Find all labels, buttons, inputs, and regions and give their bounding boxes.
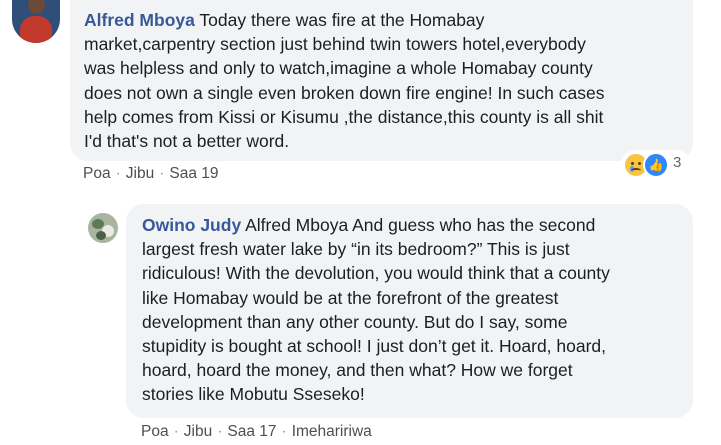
comment-actions: Poa · Jibu · Saa 17 · Imehaririwa — [141, 423, 372, 441]
separator-dot: · — [281, 423, 287, 440]
emoji-mouth — [631, 168, 641, 173]
comment-line: stupidity is bought at school! I just do… — [142, 336, 607, 357]
reply-link[interactable]: Jibu — [126, 165, 154, 182]
comment-line: hoard, hoard the money, and then what? H… — [142, 360, 573, 381]
comment-line: help comes from Kissi or Kisumu ,the dis… — [84, 106, 604, 127]
separator-dot: · — [173, 423, 179, 440]
reactions-count: 3 — [673, 154, 682, 171]
commenter-avatar[interactable] — [12, 0, 60, 43]
separator-dot: · — [115, 165, 121, 182]
avatar-shirt — [20, 16, 52, 43]
comment-line: development than any other county. But d… — [142, 311, 568, 332]
emoji-eye — [631, 162, 634, 165]
avatar-detail — [96, 231, 106, 240]
comment-line: was helpless and only to watch,imagine a… — [84, 58, 593, 79]
like-icon: 👍 — [643, 152, 669, 178]
comment-line: I'd that's not a better word. — [84, 131, 290, 152]
comment-line: largest fresh water lake by “in its bedr… — [142, 239, 570, 260]
commenter-avatar[interactable] — [88, 213, 118, 243]
comment-bubble: Alfred Mboya Today there was fire at the… — [70, 0, 693, 161]
separator-dot: · — [159, 165, 165, 182]
timestamp-link[interactable]: Saa 17 — [227, 423, 276, 440]
comment-author[interactable]: Alfred Mboya — [84, 10, 195, 30]
like-link[interactable]: Poa — [141, 423, 169, 440]
timestamp-link[interactable]: Saa 19 — [169, 165, 218, 182]
comment-line: does not own a single even broken down f… — [84, 82, 605, 103]
comment-line: Alfred Mboya Today there was fire at the… — [84, 8, 679, 32]
separator-dot: · — [217, 423, 223, 440]
comment-line: stories like Mobutu Sseseko! — [142, 384, 365, 405]
comment-line: like Homabay would be at the forefront o… — [142, 287, 559, 308]
reply-link[interactable]: Jibu — [184, 423, 212, 440]
comment-text: Alfred Mboya And guess who has the secon… — [245, 215, 596, 235]
avatar-head — [28, 0, 45, 14]
comment-text: Today there was fire at the Homabay — [199, 10, 485, 30]
edited-link[interactable]: Imehaririwa — [292, 423, 372, 440]
comment-author[interactable]: Owino Judy — [142, 215, 241, 235]
like-link[interactable]: Poa — [83, 165, 111, 182]
comment-line: market,carpentry section just behind twi… — [84, 34, 586, 55]
comment-line: ridiculous! With the devolution, you wou… — [142, 263, 610, 284]
emoji-eye — [638, 162, 641, 165]
comment-line: Owino Judy Alfred Mboya And guess who ha… — [142, 213, 679, 237]
comment-actions: Poa · Jibu · Saa 19 — [83, 165, 219, 183]
reply-bubble: Owino Judy Alfred Mboya And guess who ha… — [126, 204, 693, 418]
reactions-summary[interactable]: 👍 3 — [621, 150, 691, 178]
